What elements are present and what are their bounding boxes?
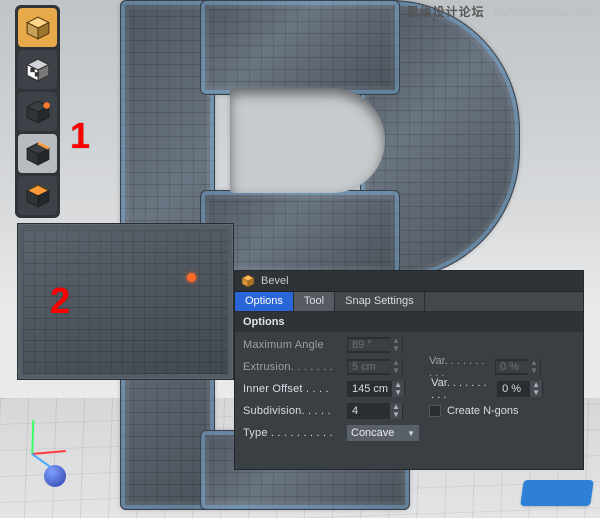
label-inner-offset-var: Var. . . . . . . . . . <box>431 377 491 401</box>
point-tool-button[interactable] <box>18 92 57 131</box>
label-subdivision: Subdivision. . . . . <box>243 405 341 417</box>
cube-icon <box>25 15 51 41</box>
mesh-segment <box>200 0 400 95</box>
step-down-icon: ▼ <box>390 367 402 375</box>
step-down-icon: ▼ <box>390 345 402 353</box>
label-create-ngons: Create N-gons <box>447 405 519 417</box>
row-type: Type . . . . . . . . . . Concave ▼ <box>243 424 577 442</box>
row-inner-offset: Inner Offset . . . . 145 cm ▲▼ Var. . . … <box>243 380 577 398</box>
cube-point-icon <box>25 99 51 125</box>
section-header: Options <box>235 312 583 332</box>
watermark: 思缘设计论坛 WWW.MISSYUAN.COM <box>407 3 592 20</box>
inner-offset-var-input[interactable]: 0 % ▲▼ <box>497 381 543 397</box>
watermark-url: WWW.MISSYUAN.COM <box>494 8 592 18</box>
selected-point-icon <box>187 273 196 282</box>
tab-tool[interactable]: Tool <box>294 292 335 311</box>
bevel-panel: Bevel Options Tool Snap Settings Options… <box>234 270 584 470</box>
cube-checker-icon <box>25 57 51 83</box>
label-extrusion: Extrusion. . . . . . . <box>243 361 341 373</box>
panel-title: Bevel <box>261 275 289 287</box>
axis-y <box>31 420 34 454</box>
label-type: Type . . . . . . . . . . <box>243 427 341 439</box>
label-extrusion-var: Var. . . . . . . . . . <box>429 355 489 379</box>
create-ngons-checkbox[interactable] <box>429 405 441 417</box>
row-extrusion: Extrusion. . . . . . . 5 cm ▲▼ Var. . . … <box>243 358 577 376</box>
axis-gizmo[interactable] <box>10 413 65 468</box>
cube-poly-icon <box>25 183 51 209</box>
step-down-icon[interactable]: ▼ <box>530 389 542 397</box>
annotation-2: 2 <box>50 280 70 322</box>
ribbon-badge <box>520 480 594 506</box>
label-maximum-angle: Maximum Angle <box>243 339 341 351</box>
watermark-cn: 思缘设计论坛 <box>407 5 485 19</box>
extrusion-var-input: 0 % ▲▼ <box>495 359 541 375</box>
model-tool-button[interactable] <box>18 8 57 47</box>
polygon-tool-button[interactable] <box>18 176 57 215</box>
row-subdivision: Subdivision. . . . . 4 ▲▼ Create N-gons <box>243 402 577 420</box>
row-maximum-angle: Maximum Angle 89 ° ▲▼ <box>243 336 577 354</box>
cube-edge-icon <box>25 141 51 167</box>
tab-options[interactable]: Options <box>235 292 294 311</box>
label-inner-offset: Inner Offset . . . . <box>243 383 341 395</box>
inner-offset-input[interactable]: 145 cm ▲▼ <box>347 381 405 397</box>
axis-x <box>32 450 66 455</box>
panel-title-bar[interactable]: Bevel <box>235 271 583 292</box>
panel-tabs: Options Tool Snap Settings <box>235 292 583 312</box>
mesh-hole <box>230 88 385 193</box>
step-down-icon[interactable]: ▼ <box>390 411 402 419</box>
type-dropdown[interactable]: Concave ▼ <box>347 425 419 441</box>
step-down-icon[interactable]: ▼ <box>392 389 404 397</box>
texture-tool-button[interactable] <box>18 50 57 89</box>
chevron-down-icon: ▼ <box>407 429 415 438</box>
edge-tool-button[interactable] <box>18 134 57 173</box>
extrusion-input: 5 cm ▲▼ <box>347 359 403 375</box>
mode-palette <box>15 5 60 218</box>
tab-snap-settings[interactable]: Snap Settings <box>335 292 425 311</box>
step-down-icon: ▼ <box>528 367 540 375</box>
annotation-1: 1 <box>70 115 90 157</box>
axis-origin-icon <box>44 465 66 487</box>
subdivision-input[interactable]: 4 ▲▼ <box>347 403 403 419</box>
bevel-icon <box>241 274 255 288</box>
maximum-angle-input: 89 ° ▲▼ <box>347 337 403 353</box>
